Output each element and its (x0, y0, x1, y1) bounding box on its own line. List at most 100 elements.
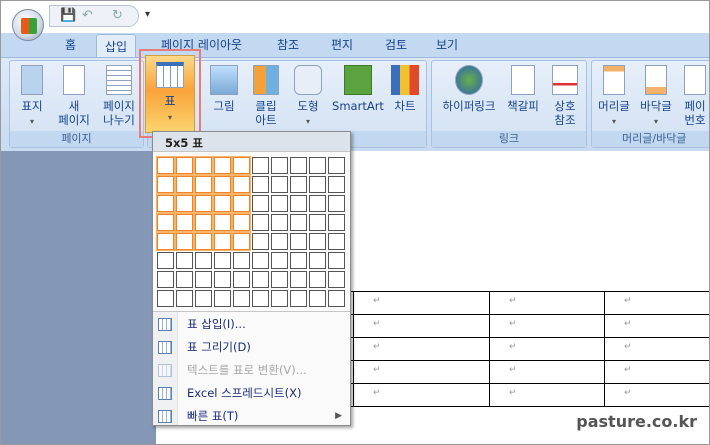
smartart-button[interactable]: SmartArt (330, 65, 386, 113)
menu-item[interactable]: 빠른 표(T) ▶ (153, 405, 350, 428)
grid-cell[interactable] (214, 290, 231, 307)
grid-cell[interactable] (156, 232, 175, 251)
customize-qat-icon[interactable]: ▾ (145, 9, 150, 20)
tab-insert[interactable]: 삽입 (96, 34, 137, 59)
grid-cell[interactable] (290, 290, 307, 307)
grid-cell[interactable] (328, 157, 345, 174)
grid-cell[interactable] (175, 194, 194, 213)
grid-cell[interactable] (290, 176, 307, 193)
grid-cell[interactable] (195, 290, 212, 307)
grid-cell[interactable] (195, 252, 212, 269)
redo-icon[interactable]: ↻ (112, 8, 123, 23)
grid-cell[interactable] (232, 175, 251, 194)
grid-cell[interactable] (271, 252, 288, 269)
grid-cell[interactable] (328, 176, 345, 193)
grid-cell[interactable] (271, 271, 288, 288)
grid-cell[interactable] (309, 195, 326, 212)
tab-home[interactable]: 홈 (65, 36, 76, 53)
grid-cell[interactable] (309, 157, 326, 174)
chart-button[interactable]: 차트 (388, 65, 422, 113)
grid-cell[interactable] (252, 290, 269, 307)
grid-cell[interactable] (309, 214, 326, 231)
grid-cell[interactable] (156, 175, 175, 194)
page-number-button[interactable]: 페이 번호 (678, 65, 709, 127)
grid-cell[interactable] (290, 157, 307, 174)
grid-cell[interactable] (290, 214, 307, 231)
menu-item[interactable]: 표 그리기(D) (153, 336, 350, 359)
grid-cell[interactable] (157, 271, 174, 288)
header-button[interactable]: 머리글 ▾ (594, 65, 634, 129)
save-icon[interactable]: 💾 (60, 8, 76, 23)
grid-cell[interactable] (213, 232, 232, 251)
grid-cell[interactable] (290, 271, 307, 288)
office-button[interactable] (12, 9, 44, 41)
grid-cell[interactable] (156, 156, 175, 175)
grid-cell[interactable] (214, 271, 231, 288)
grid-cell[interactable] (252, 271, 269, 288)
undo-icon[interactable]: ↶ (82, 8, 93, 23)
grid-cell[interactable] (157, 252, 174, 269)
grid-cell[interactable] (271, 290, 288, 307)
grid-cell[interactable] (213, 213, 232, 232)
grid-cell[interactable] (194, 232, 213, 251)
grid-cell[interactable] (252, 157, 269, 174)
grid-cell[interactable] (271, 233, 288, 250)
picture-button[interactable]: 그림 (206, 65, 242, 113)
tab-references[interactable]: 참조 (277, 36, 299, 53)
grid-cell[interactable] (195, 271, 212, 288)
grid-cell[interactable] (290, 195, 307, 212)
grid-cell[interactable] (290, 252, 307, 269)
grid-cell[interactable] (309, 176, 326, 193)
grid-cell[interactable] (328, 271, 345, 288)
grid-cell[interactable] (309, 233, 326, 250)
clip-art-button[interactable]: 클립 아트 (246, 65, 286, 127)
grid-cell[interactable] (328, 214, 345, 231)
grid-cell[interactable] (233, 252, 250, 269)
grid-cell[interactable] (213, 175, 232, 194)
grid-cell[interactable] (309, 271, 326, 288)
hyperlink-button[interactable]: 하이퍼링크 (436, 65, 502, 113)
grid-cell[interactable] (176, 271, 193, 288)
grid-cell[interactable] (252, 252, 269, 269)
shapes-button[interactable]: 도형 ▾ (288, 65, 328, 129)
grid-cell[interactable] (232, 194, 251, 213)
grid-cell[interactable] (252, 195, 269, 212)
grid-cell[interactable] (232, 232, 251, 251)
grid-cell[interactable] (156, 213, 175, 232)
grid-cell[interactable] (176, 290, 193, 307)
footer-button[interactable]: 바닥글 ▾ (636, 65, 676, 129)
grid-cell[interactable] (213, 156, 232, 175)
grid-cell[interactable] (309, 290, 326, 307)
grid-cell[interactable] (271, 157, 288, 174)
grid-cell[interactable] (175, 232, 194, 251)
grid-cell[interactable] (175, 213, 194, 232)
grid-cell[interactable] (194, 175, 213, 194)
grid-cell[interactable] (328, 290, 345, 307)
tab-mailings[interactable]: 편지 (331, 36, 353, 53)
menu-item[interactable]: Excel 스프레드시트(X) (153, 382, 350, 405)
grid-cell[interactable] (309, 252, 326, 269)
grid-cell[interactable] (271, 195, 288, 212)
tab-view[interactable]: 보기 (436, 36, 458, 53)
tab-review[interactable]: 검토 (385, 36, 407, 53)
grid-cell[interactable] (233, 271, 250, 288)
grid-cell[interactable] (328, 233, 345, 250)
grid-cell[interactable] (233, 290, 250, 307)
bookmark-button[interactable]: 책갈피 (504, 65, 542, 113)
grid-cell[interactable] (232, 213, 251, 232)
grid-cell[interactable] (252, 233, 269, 250)
cross-reference-button[interactable]: 상호 참조 (546, 65, 584, 127)
grid-cell[interactable] (175, 156, 194, 175)
grid-cell[interactable] (176, 252, 193, 269)
grid-cell[interactable] (194, 213, 213, 232)
grid-cell[interactable] (194, 194, 213, 213)
grid-cell[interactable] (214, 252, 231, 269)
grid-cell[interactable] (232, 156, 251, 175)
grid-cell[interactable] (194, 156, 213, 175)
page-break-button[interactable]: 페이지 나누기 (98, 65, 140, 127)
grid-cell[interactable] (252, 176, 269, 193)
grid-cell[interactable] (213, 194, 232, 213)
grid-cell[interactable] (156, 194, 175, 213)
grid-cell[interactable] (252, 214, 269, 231)
grid-cell[interactable] (271, 176, 288, 193)
